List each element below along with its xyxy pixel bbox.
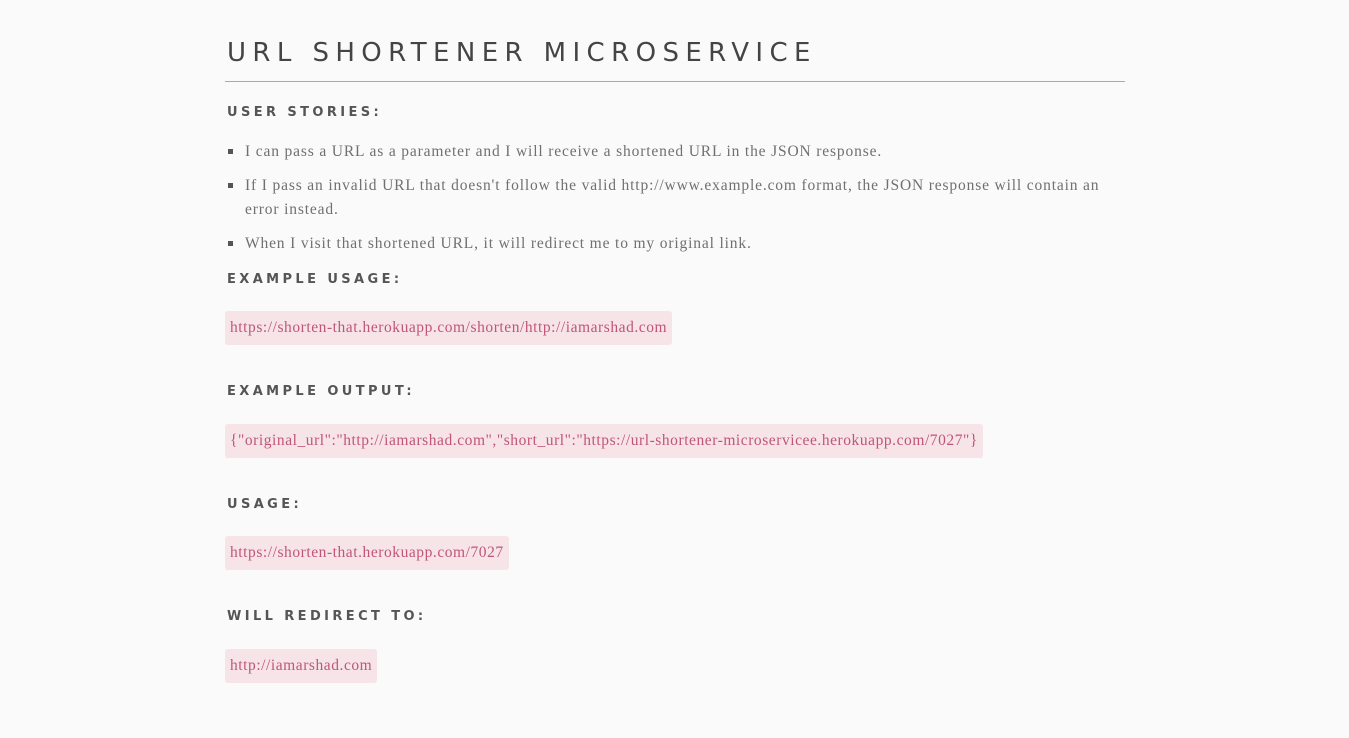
list-item: When I visit that shortened URL, it will…: [225, 232, 1125, 256]
bullet-icon: [228, 149, 233, 154]
story-text: If I pass an invalid URL that doesn't fo…: [245, 177, 1100, 218]
page-title: URL SHORTENER MICROSERVICE: [227, 38, 817, 68]
redirect-code: http://iamarshad.com: [225, 649, 378, 683]
user-stories-heading: USER STORIES:: [227, 105, 383, 120]
example-usage-heading: EXAMPLE USAGE:: [227, 272, 403, 287]
main-content: URL SHORTENER MICROSERVICE USER STORIES:…: [225, 0, 1125, 683]
redirect-heading: WILL REDIRECT TO:: [227, 609, 427, 624]
bullet-icon: [228, 183, 233, 188]
example-output-heading: EXAMPLE OUTPUT:: [227, 384, 416, 399]
title-divider: [225, 81, 1125, 82]
story-text: When I visit that shortened URL, it will…: [245, 235, 752, 252]
usage-code: https://shorten-that.herokuapp.com/7027: [225, 536, 509, 570]
example-output-code: {"original_url":"http://iamarshad.com","…: [225, 424, 983, 458]
usage-heading: USAGE:: [227, 497, 303, 512]
user-stories-list: I can pass a URL as a parameter and I wi…: [225, 140, 1125, 256]
bullet-icon: [228, 241, 233, 246]
list-item: If I pass an invalid URL that doesn't fo…: [225, 174, 1125, 222]
list-item: I can pass a URL as a parameter and I wi…: [225, 140, 1125, 164]
story-text: I can pass a URL as a parameter and I wi…: [245, 143, 883, 160]
example-usage-code: https://shorten-that.herokuapp.com/short…: [225, 311, 673, 345]
